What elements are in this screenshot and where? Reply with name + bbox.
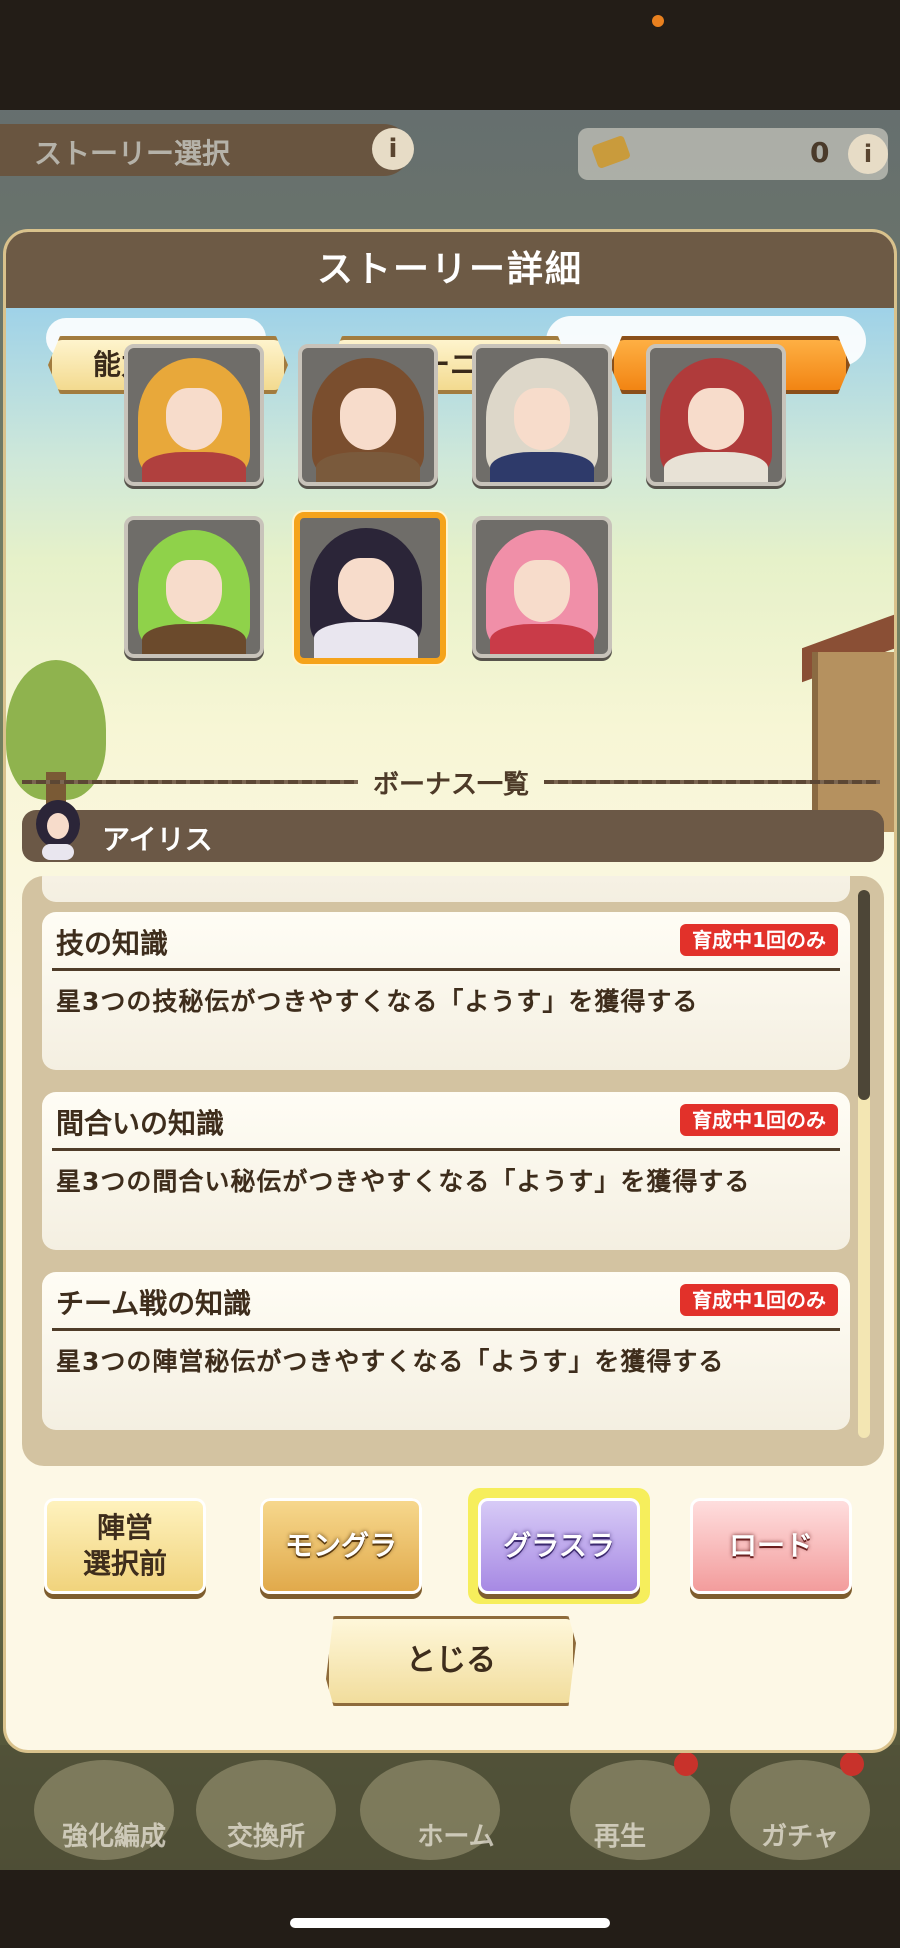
bonus-limit-badge: 育成中1回のみ bbox=[680, 1104, 838, 1136]
status-bar bbox=[0, 0, 900, 110]
character-portrait-blonde-girl[interactable] bbox=[124, 344, 264, 486]
card-divider bbox=[52, 1328, 840, 1331]
character-portrait-silver-haired-boy[interactable] bbox=[472, 344, 612, 486]
home-indicator[interactable] bbox=[290, 1918, 610, 1928]
divider-right bbox=[544, 780, 880, 784]
portrait-face bbox=[166, 560, 222, 622]
bonus-description: 星3つの間合い秘伝がつきやすくなる「ようす」を獲得する bbox=[56, 1167, 751, 1196]
divider-left bbox=[22, 780, 358, 784]
portrait-face bbox=[514, 388, 570, 450]
bonus-list-title: ボーナス一覧 bbox=[372, 770, 529, 800]
nav-label-exchange: 交換所 bbox=[226, 1822, 305, 1852]
info-icon: i bbox=[372, 128, 414, 170]
card-divider bbox=[52, 1148, 840, 1151]
camp-button-line2: 選択前 bbox=[82, 1547, 167, 1580]
story-detail-dialog: ストーリー詳細 能力/ようす トレーニング EXトレ ボーナス一覧 アイリス 技… bbox=[6, 232, 894, 1750]
bonus-description: 星3つの技秘伝がつきやすくなる「ようす」を獲得する bbox=[56, 987, 699, 1016]
nav-label-gacha: ガチャ bbox=[761, 1822, 839, 1852]
bonus-card-partial bbox=[42, 876, 850, 902]
currency-info-icon: i bbox=[848, 134, 888, 174]
recording-indicator-icon bbox=[652, 15, 664, 27]
scrollbar-thumb[interactable] bbox=[858, 890, 870, 1100]
portrait-face bbox=[688, 388, 744, 450]
character-portrait-pink-haired-girl[interactable] bbox=[472, 516, 612, 658]
portrait-face bbox=[338, 558, 394, 620]
portrait-outfit bbox=[142, 624, 246, 654]
portrait-outfit bbox=[314, 622, 418, 658]
camp-unselected-button[interactable]: 陣営 選択前 bbox=[44, 1498, 206, 1594]
portrait-outfit bbox=[490, 624, 594, 654]
bonus-name: 技の知識 bbox=[56, 927, 169, 960]
barn-icon bbox=[812, 652, 894, 832]
bonus-card: チーム戦の知識 育成中1回のみ 星3つの陣営秘伝がつきやすくなる「ようす」を獲得… bbox=[42, 1272, 850, 1430]
selected-character-name: アイリス bbox=[102, 823, 213, 856]
bonus-name: チーム戦の知識 bbox=[56, 1287, 252, 1320]
nav-notification-badge bbox=[674, 1752, 698, 1776]
character-portrait-red-haired-woman[interactable] bbox=[646, 344, 786, 486]
card-divider bbox=[52, 968, 840, 971]
portrait-outfit bbox=[316, 452, 420, 482]
nav-notification-badge bbox=[840, 1752, 864, 1776]
currency-value: 0 bbox=[810, 136, 830, 169]
nav-label-home: ホーム bbox=[417, 1822, 495, 1852]
road-button[interactable]: ロード bbox=[690, 1498, 852, 1594]
bonus-card: 間合いの知識 育成中1回のみ 星3つの間合い秘伝がつきやすくなる「ようす」を獲得… bbox=[42, 1092, 850, 1250]
bonus-description: 星3つの陣営秘伝がつきやすくなる「ようす」を獲得する bbox=[56, 1347, 725, 1376]
character-portrait-green-haired-girl[interactable] bbox=[124, 516, 264, 658]
portrait-outfit bbox=[142, 452, 246, 482]
bonus-limit-badge: 育成中1回のみ bbox=[680, 924, 838, 956]
camp-button-line1: 陣営 bbox=[96, 1511, 153, 1544]
bonus-list[interactable]: 技の知識 育成中1回のみ 星3つの技秘伝がつきやすくなる「ようす」を獲得する 間… bbox=[22, 876, 884, 1466]
bonus-card: 技の知識 育成中1回のみ 星3つの技秘伝がつきやすくなる「ようす」を獲得する bbox=[42, 912, 850, 1070]
dialog-title: ストーリー詳細 bbox=[6, 232, 894, 308]
background-screen-title: ストーリー選択 bbox=[0, 124, 410, 176]
portrait-outfit bbox=[664, 452, 768, 482]
close-button[interactable]: とじる bbox=[326, 1616, 576, 1706]
selected-character-avatar-icon bbox=[36, 800, 80, 860]
portrait-face bbox=[166, 388, 222, 450]
character-portrait-old-cowboy[interactable] bbox=[298, 344, 438, 486]
bonus-name: 間合いの知識 bbox=[56, 1107, 225, 1140]
portrait-outfit bbox=[490, 452, 594, 482]
bonus-limit-badge: 育成中1回のみ bbox=[680, 1284, 838, 1316]
portrait-face bbox=[340, 388, 396, 450]
mongra-button[interactable]: モングラ bbox=[260, 1498, 422, 1594]
grasura-button[interactable]: グラスラ bbox=[478, 1498, 640, 1594]
portrait-face bbox=[514, 560, 570, 622]
nav-label-replay: 再生 bbox=[593, 1822, 646, 1852]
character-portrait-dark-haired-girl[interactable] bbox=[294, 512, 446, 664]
nav-label-enhance: 強化編成 bbox=[61, 1822, 166, 1852]
